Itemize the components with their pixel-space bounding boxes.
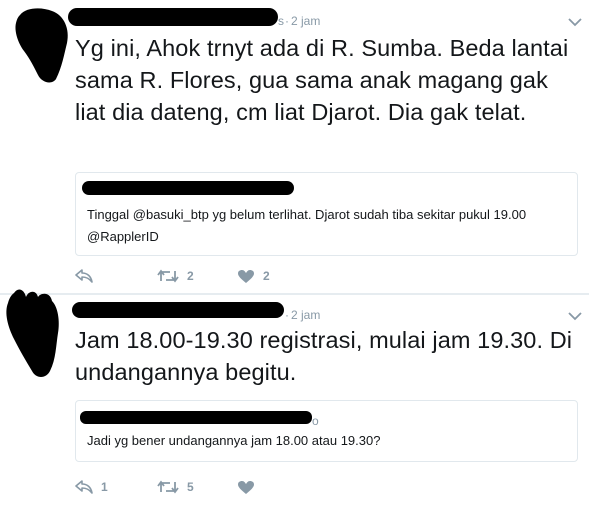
avatar[interactable] (0, 287, 70, 382)
retweet-icon (157, 269, 179, 283)
redacted-username (72, 302, 284, 318)
chevron-down-icon[interactable] (567, 310, 583, 322)
heart-icon (238, 269, 254, 283)
quoted-tweet[interactable]: o Jadi yg bener undangannya jam 18.00 at… (75, 400, 578, 462)
like-count: 2 (263, 269, 270, 283)
chevron-down-icon[interactable] (567, 16, 583, 28)
reply-button[interactable] (75, 266, 101, 286)
tweet-timestamp[interactable]: 2 jam (291, 308, 320, 322)
retweet-count: 5 (187, 480, 194, 494)
reply-icon (75, 480, 93, 494)
handle-tail: s (278, 14, 284, 28)
quoted-tweet[interactable]: Tinggal @basuki_btp yg belum terlihat. D… (75, 172, 578, 256)
reply-button[interactable]: 1 (75, 477, 108, 497)
quoted-tweet-text: Jadi yg bener undangannya jam 18.00 atau… (87, 433, 381, 448)
tweet-actions: 1 5 (75, 477, 375, 497)
quoted-tweet-text: Tinggal @basuki_btp yg belum terlihat. D… (87, 207, 527, 244)
reply-count: 1 (101, 480, 108, 494)
like-button[interactable] (237, 477, 263, 497)
reply-icon (75, 269, 93, 283)
tweet[interactable]: · 2 jam Jam 18.00-19.30 registrasi, mula… (0, 289, 589, 508)
separator-dot: · (285, 14, 289, 28)
tweet-timestamp[interactable]: 2 jam (291, 14, 320, 28)
heart-icon (238, 480, 254, 494)
tweet-text: Yg ini, Ahok trnyt ada di R. Sumba. Beda… (75, 35, 569, 125)
redacted-quote-author (82, 181, 294, 195)
quote-handle-tail: o (312, 414, 319, 428)
tweet[interactable]: s · 2 jam Yg ini, Ahok trnyt ada di R. S… (0, 0, 589, 293)
tweet-actions: 2 2 (75, 266, 375, 286)
avatar[interactable] (12, 5, 72, 85)
redacted-quote-author (80, 411, 312, 424)
retweet-button[interactable]: 5 (157, 477, 194, 497)
like-button[interactable]: 2 (237, 266, 270, 286)
retweet-count: 2 (187, 269, 194, 283)
retweet-icon (157, 480, 179, 494)
separator-dot: · (285, 308, 289, 322)
redacted-username (68, 8, 278, 26)
retweet-button[interactable]: 2 (157, 266, 194, 286)
tweet-text: Jam 18.00-19.30 registrasi, mulai jam 19… (75, 327, 573, 385)
